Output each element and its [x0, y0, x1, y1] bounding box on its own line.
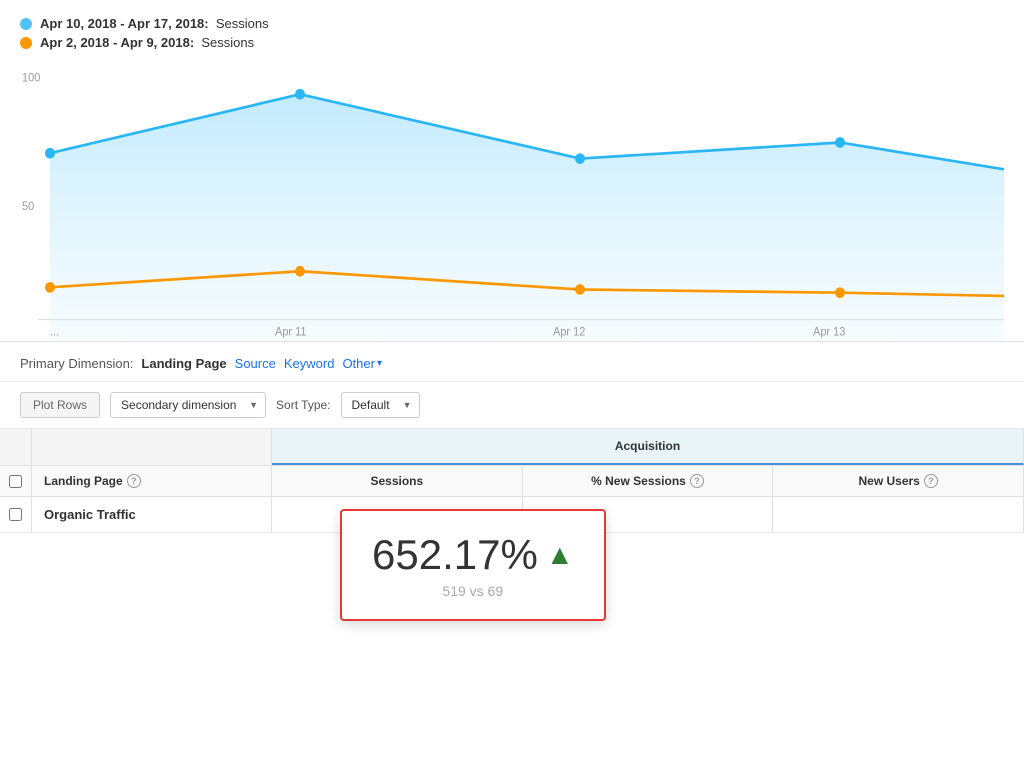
- svg-text:Apr 13: Apr 13: [813, 326, 845, 338]
- legend-date-previous: Apr 2, 2018 - Apr 9, 2018: Sessions: [40, 35, 254, 50]
- primary-dim-label: Primary Dimension:: [20, 356, 133, 371]
- dim-link-keyword[interactable]: Keyword: [284, 356, 335, 371]
- legend-date-current: Apr 10, 2018 - Apr 17, 2018: Sessions: [40, 16, 269, 31]
- chart-svg: 100 50: [20, 62, 1004, 341]
- dim-dropdown-other[interactable]: Other ▾: [342, 356, 382, 371]
- cell-new-users: [773, 497, 1024, 532]
- acquisition-table: Acquisition Landing Page ? Sessions % Ne…: [0, 429, 1024, 533]
- help-icon-new-users[interactable]: ?: [924, 474, 938, 488]
- sort-type-label: Sort Type:: [276, 398, 330, 412]
- row-checkbox-cell[interactable]: [0, 497, 32, 532]
- cell-landing-page: Organic Traffic: [32, 497, 272, 532]
- legend-dot-previous: [20, 37, 32, 49]
- help-icon-landing-page[interactable]: ?: [127, 474, 141, 488]
- header-checkbox-cell[interactable]: [0, 466, 32, 496]
- svg-text:Apr 12: Apr 12: [553, 326, 585, 338]
- secondary-dimension-wrapper: Secondary dimension: [110, 392, 266, 418]
- legend-item-previous: Apr 2, 2018 - Apr 9, 2018: Sessions: [20, 35, 1004, 50]
- tooltip-comparison: 519 vs 69: [372, 583, 574, 599]
- col-header-new-users: New Users ?: [773, 466, 1024, 496]
- svg-text:50: 50: [22, 201, 34, 213]
- col-header-pct-new-sessions: % New Sessions ?: [523, 466, 774, 496]
- legend-dot-current: [20, 18, 32, 30]
- primary-dim-active: Landing Page: [141, 356, 226, 371]
- col-header-sessions: Sessions: [272, 466, 523, 496]
- chevron-down-icon: ▾: [377, 358, 382, 369]
- plot-rows-button[interactable]: Plot Rows: [20, 392, 100, 418]
- sessions-tooltip: 652.17% ▲ 519 vs 69: [340, 509, 606, 621]
- chart-legend: Apr 10, 2018 - Apr 17, 2018: Sessions Ap…: [0, 0, 1024, 62]
- legend-item-current: Apr 10, 2018 - Apr 17, 2018: Sessions: [20, 16, 1004, 31]
- acquisition-header: Acquisition: [272, 429, 1024, 465]
- svg-text:100: 100: [22, 72, 40, 84]
- table-controls: Plot Rows Secondary dimension Sort Type:…: [0, 382, 1024, 429]
- table-acquisition-header: Acquisition: [0, 429, 1024, 466]
- row-checkbox[interactable]: [9, 508, 22, 521]
- svg-text:Apr 11: Apr 11: [275, 326, 307, 338]
- sort-type-wrapper: Default: [341, 392, 420, 418]
- dim-link-source[interactable]: Source: [235, 356, 276, 371]
- sort-type-select[interactable]: Default: [341, 392, 420, 418]
- col-header-landing-page: Landing Page ?: [32, 466, 272, 496]
- help-icon-pct-new[interactable]: ?: [690, 474, 704, 488]
- sessions-chart: 100 50: [0, 62, 1024, 342]
- up-arrow-icon: ▲: [546, 539, 574, 571]
- tooltip-percent-value: 652.17% ▲: [372, 531, 574, 579]
- primary-dimension-bar: Primary Dimension: Landing Page Source K…: [0, 342, 1024, 382]
- select-all-checkbox[interactable]: [9, 475, 22, 488]
- table-subheader: Landing Page ? Sessions % New Sessions ?…: [0, 466, 1024, 497]
- svg-text:...: ...: [50, 326, 59, 338]
- secondary-dimension-select[interactable]: Secondary dimension: [110, 392, 266, 418]
